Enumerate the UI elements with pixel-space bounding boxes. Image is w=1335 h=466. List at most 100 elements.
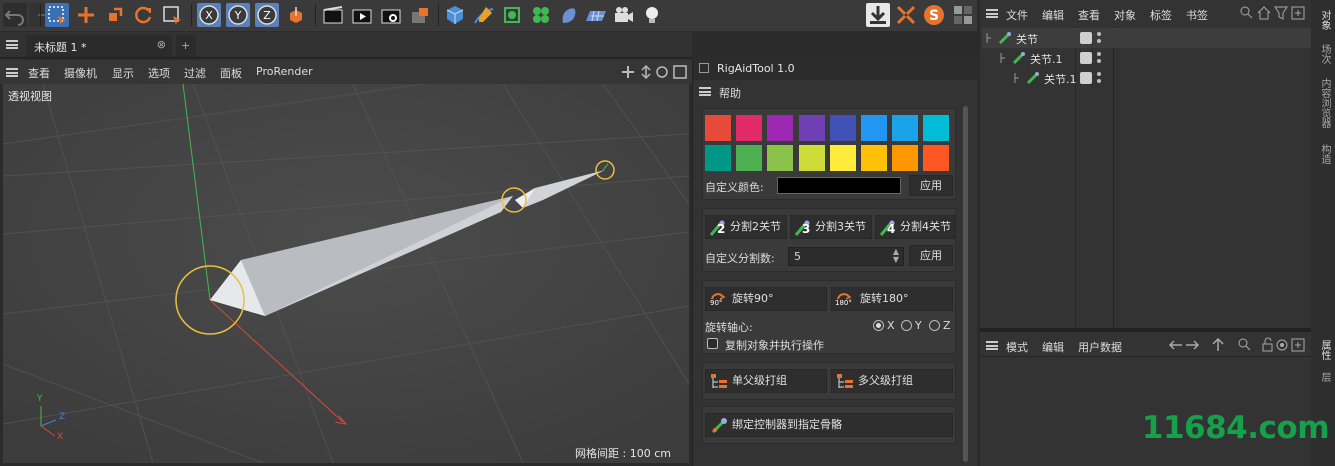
split-4-button[interactable]: 4 分割4关节 [875, 215, 955, 239]
bind-controller-button[interactable]: 绑定控制器到指定骨骼 [705, 413, 953, 437]
color-swatch[interactable] [861, 115, 887, 141]
viewport-menu-icon[interactable] [6, 68, 18, 77]
copy-object-checkbox[interactable] [707, 338, 718, 349]
menu-prorender[interactable]: ProRender [256, 65, 313, 78]
color-swatch[interactable] [767, 115, 794, 141]
split-3-button[interactable]: 3 分割3关节 [790, 215, 872, 239]
visibility-dots-icon[interactable] [1097, 51, 1101, 65]
visibility-dots-icon[interactable] [1097, 71, 1101, 85]
side-tab-layers[interactable]: 层 [1317, 372, 1332, 382]
menu-file[interactable]: 文件 [1006, 7, 1028, 23]
menu-mode[interactable]: 模式 [1006, 339, 1028, 355]
viewport-nav-icons[interactable] [620, 64, 688, 80]
menu-help[interactable]: 帮助 [719, 85, 741, 101]
side-tab-objects[interactable]: 对象 [1317, 10, 1332, 30]
new-tab-button[interactable]: + [176, 35, 196, 57]
multi-parent-group-button[interactable]: 多父级打组 [831, 369, 953, 393]
coordinate-system-icon[interactable] [284, 3, 308, 27]
color-swatch[interactable] [829, 145, 856, 171]
subdivision-surface-icon[interactable] [500, 3, 524, 27]
color-swatch[interactable] [923, 145, 950, 171]
edit-render-settings-icon[interactable] [408, 3, 432, 27]
x-axis-lock-icon[interactable]: X [197, 3, 221, 27]
menu-options[interactable]: 选项 [148, 65, 170, 81]
plugin-menu-icon[interactable] [699, 87, 711, 96]
cube-icon[interactable] [443, 3, 467, 27]
y-axis-lock-icon[interactable]: Y [226, 3, 250, 27]
attribute-menu-icon[interactable] [986, 341, 998, 350]
pen-icon[interactable] [472, 3, 496, 27]
side-tab-content-browser[interactable]: 内容浏览器 [1317, 78, 1332, 128]
layout-icon[interactable] [951, 3, 975, 27]
menu-edit[interactable]: 编辑 [1042, 7, 1064, 23]
color-swatch[interactable] [705, 115, 731, 141]
menu-icon[interactable] [6, 40, 18, 49]
color-swatch[interactable] [892, 115, 919, 141]
axis-z-radio[interactable] [929, 320, 940, 331]
menu-cameras[interactable]: 摄像机 [64, 65, 97, 81]
rotate-90-button[interactable]: 90° 旋转90° [705, 287, 827, 311]
stepper-icon[interactable]: ▲ ▼ [893, 248, 899, 264]
apply-color-button[interactable]: 应用 [909, 175, 953, 196]
plugin-scrollbar[interactable] [963, 106, 968, 462]
menu-user-data[interactable]: 用户数据 [1078, 339, 1122, 355]
select-icon[interactable] [45, 3, 69, 27]
undo-icon[interactable] [3, 3, 27, 27]
render-to-picture-viewer-icon[interactable] [350, 3, 374, 27]
document-tab[interactable]: 未标题 1 * ⊗ [26, 35, 172, 57]
apply-split-button[interactable]: 应用 [909, 245, 953, 266]
download-icon[interactable] [866, 3, 890, 27]
axis-y-radio[interactable] [901, 320, 912, 331]
deformer-icon[interactable] [557, 3, 581, 27]
color-swatch[interactable] [798, 115, 825, 141]
side-tab-takes[interactable]: 场次 [1317, 44, 1332, 64]
light-icon[interactable] [640, 3, 664, 27]
panel-icon[interactable] [699, 63, 709, 73]
move-icon[interactable] [74, 3, 98, 27]
axis-x-radio[interactable] [873, 320, 884, 331]
color-swatch[interactable] [767, 145, 794, 171]
edit-flag-icon[interactable] [1080, 72, 1092, 84]
perspective-viewport[interactable]: 透视视图 Y Z X 网格间距 : 100 cm [3, 84, 689, 463]
color-swatch[interactable] [861, 145, 887, 171]
object-row[interactable]: 关节 [982, 28, 1311, 48]
custom-color-field[interactable] [777, 177, 901, 194]
object-manager-nav-icons[interactable] [1240, 6, 1306, 20]
menu-view[interactable]: 查看 [1078, 7, 1100, 23]
z-axis-lock-icon[interactable]: Z [255, 3, 279, 27]
rotate-180-button[interactable]: 180° 旋转180° [831, 287, 953, 311]
menu-panel[interactable]: 面板 [220, 65, 242, 81]
side-tab-attributes[interactable]: 属性 [1317, 340, 1332, 360]
edit-flag-icon[interactable] [1080, 52, 1092, 64]
color-swatch[interactable] [923, 115, 950, 141]
color-swatch[interactable] [736, 115, 763, 141]
collapse-icon[interactable] [894, 3, 918, 27]
object-menu-icon[interactable] [986, 9, 998, 18]
menu-display[interactable]: 显示 [112, 65, 134, 81]
menu-view[interactable]: 查看 [28, 65, 50, 81]
scale-icon[interactable] [103, 3, 127, 27]
menu-tags[interactable]: 标签 [1150, 7, 1172, 23]
menu-objects[interactable]: 对象 [1114, 7, 1136, 23]
cloner-icon[interactable] [529, 3, 553, 27]
split-2-button[interactable]: 2 分割2关节 [705, 215, 787, 239]
custom-split-input[interactable]: 5 ▲ ▼ [788, 247, 904, 266]
edit-flag-icon[interactable] [1080, 32, 1092, 44]
menu-bookmarks[interactable]: 书签 [1186, 7, 1208, 23]
color-swatch[interactable] [736, 145, 763, 171]
object-row[interactable]: 关节.1 [982, 48, 1311, 68]
attribute-nav-icons[interactable] [1168, 337, 1308, 353]
color-swatch[interactable] [829, 115, 856, 141]
menu-edit[interactable]: 编辑 [1042, 339, 1064, 355]
color-swatch[interactable] [705, 145, 731, 171]
color-swatch[interactable] [892, 145, 919, 171]
visibility-dots-icon[interactable] [1097, 31, 1101, 45]
script-icon[interactable]: S [922, 3, 946, 27]
rotate-icon[interactable] [131, 3, 155, 27]
single-parent-group-button[interactable]: 单父级打组 [705, 369, 827, 393]
close-tab-icon[interactable]: ⊗ [157, 38, 166, 51]
camera-icon[interactable] [612, 3, 636, 27]
object-row[interactable]: 关节.1 [982, 68, 1311, 88]
side-tab-structure[interactable]: 构造 [1317, 144, 1332, 164]
floor-icon[interactable] [584, 3, 608, 27]
